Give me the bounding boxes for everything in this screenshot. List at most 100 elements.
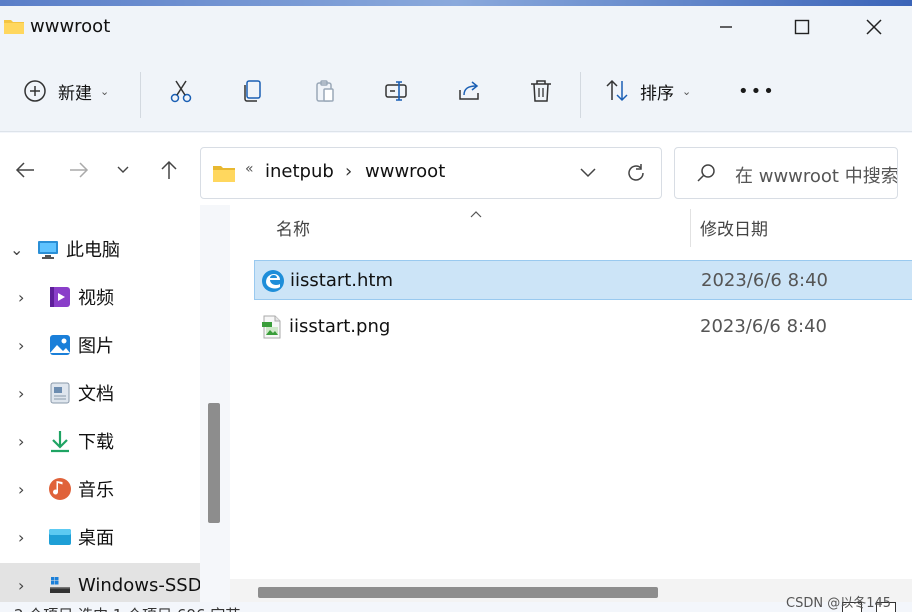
up-button[interactable] (154, 155, 184, 185)
sidebar-item-pictures[interactable]: › 图片 (0, 323, 200, 367)
sidebar-item-label: 音乐 (78, 480, 114, 501)
sidebar-item-label: 此电脑 (66, 240, 120, 261)
breadcrumb-wwwroot[interactable]: wwwroot (365, 161, 445, 182)
window-title: wwwroot (30, 16, 111, 37)
desktop-icon (49, 529, 71, 545)
title-bar: wwwroot (0, 6, 912, 46)
new-label: 新建 (58, 83, 92, 104)
column-header-name[interactable]: 名称 (276, 215, 310, 240)
navigation-bar: « inetpub › wwwroot 在 wwwroot 中搜索 (0, 133, 912, 205)
sidebar-item-desktop[interactable]: › 桌面 (0, 515, 200, 559)
sidebar-item-music[interactable]: › 音乐 (0, 467, 200, 511)
chevron-down-icon: ⌄ (100, 84, 110, 98)
scissors-icon (170, 80, 192, 103)
column-header-date-modified[interactable]: 修改日期 (700, 215, 768, 240)
picture-icon (50, 335, 70, 355)
rename-button[interactable] (384, 74, 410, 108)
file-date-modified: 2023/6/6 8:40 (701, 270, 828, 291)
plus-circle-icon (24, 80, 46, 102)
sidebar-item-label: 文档 (78, 384, 114, 405)
scrollbar-thumb[interactable] (208, 403, 220, 523)
paste-icon (316, 80, 334, 102)
search-box[interactable]: 在 wwwroot 中搜索 (674, 147, 898, 199)
paste-button[interactable] (312, 74, 338, 108)
chevron-right-icon[interactable]: › (18, 336, 24, 355)
back-button[interactable] (10, 155, 40, 185)
more-options-button[interactable]: ••• (738, 74, 776, 108)
maximize-button[interactable] (782, 12, 822, 42)
chevron-right-icon[interactable]: › (18, 576, 24, 595)
refresh-button[interactable] (621, 158, 651, 188)
chevron-down-icon (117, 166, 129, 173)
address-dropdown-button[interactable] (575, 158, 601, 188)
chevron-right-icon[interactable]: › (18, 528, 24, 547)
chevron-down-icon (580, 168, 596, 178)
navigation-pane-scrollbar[interactable] (200, 205, 230, 612)
sort-button[interactable]: 排序 ⌄ (604, 74, 691, 108)
copy-button[interactable] (240, 74, 266, 108)
minimize-icon (720, 26, 732, 28)
toolbar-divider (580, 72, 581, 118)
status-text: 2 个项目 选中 1 个项目 696 字节 (14, 604, 240, 612)
folder-icon (4, 20, 24, 34)
new-button[interactable]: 新建 ⌄ (22, 74, 109, 108)
arrow-up-icon (161, 160, 177, 179)
sort-label: 排序 (640, 83, 674, 104)
minimize-button[interactable] (706, 12, 746, 42)
navigation-pane: ⌄ 此电脑 › 视频 › 图片 › 文档 › 下载 › 音乐 › 桌面 › Wi… (0, 205, 200, 612)
breadcrumb-inetpub[interactable]: inetpub (265, 161, 334, 182)
recent-locations-button[interactable] (108, 155, 138, 185)
search-icon (697, 164, 715, 182)
sidebar-item-videos[interactable]: › 视频 (0, 275, 200, 319)
close-button[interactable] (854, 12, 894, 42)
sidebar-item-label: 图片 (78, 336, 114, 357)
computer-icon (38, 241, 58, 259)
file-list: 名称 修改日期 iisstart.htm 2023/6/6 8:40 iisst… (230, 205, 912, 612)
overflow-chevron[interactable]: « (245, 161, 254, 177)
rename-icon (385, 81, 407, 101)
sidebar-item-label: 下载 (78, 432, 114, 453)
search-placeholder: 在 wwwroot 中搜索 (735, 166, 898, 187)
file-row-iisstart-htm[interactable]: iisstart.htm 2023/6/6 8:40 (254, 260, 912, 300)
share-button[interactable] (456, 74, 482, 108)
edge-html-icon (262, 270, 284, 292)
refresh-icon (628, 164, 644, 181)
breadcrumb-separator[interactable]: › (345, 161, 352, 182)
share-icon (459, 81, 479, 100)
music-icon (49, 478, 71, 500)
scrollbar-thumb[interactable] (258, 587, 658, 598)
close-icon (866, 19, 882, 35)
chevron-right-icon[interactable]: › (18, 480, 24, 499)
chevron-right-icon[interactable]: › (18, 432, 24, 451)
chevron-right-icon[interactable]: › (18, 384, 24, 403)
file-name: iisstart.htm (290, 270, 394, 291)
delete-button[interactable] (528, 74, 554, 108)
file-row-iisstart-png[interactable]: iisstart.png 2023/6/6 8:40 (254, 307, 912, 347)
command-bar: 新建 ⌄ 排序 ⌄ ••• (0, 46, 912, 132)
file-date-modified: 2023/6/6 8:40 (700, 316, 827, 337)
document-icon (50, 382, 70, 404)
trash-icon (531, 80, 551, 102)
sidebar-item-this-pc[interactable]: ⌄ 此电脑 (0, 227, 200, 271)
sidebar-item-label: 桌面 (78, 528, 114, 549)
status-bar: 2 个项目 选中 1 个项目 696 字节 (0, 602, 912, 612)
drive-icon (50, 577, 70, 593)
sidebar-item-windows-ssd[interactable]: › Windows-SSD (0, 563, 200, 607)
sidebar-item-downloads[interactable]: › 下载 (0, 419, 200, 463)
chevron-right-icon[interactable]: › (18, 288, 24, 307)
address-bar[interactable]: « inetpub › wwwroot (200, 147, 662, 199)
chevron-down-icon: ⌄ (682, 84, 692, 98)
sort-ascending-icon (470, 207, 482, 221)
sidebar-item-documents[interactable]: › 文档 (0, 371, 200, 415)
maximize-icon (794, 19, 810, 35)
more-icon: ••• (738, 80, 776, 102)
cut-button[interactable] (168, 74, 194, 108)
chevron-down-icon[interactable]: ⌄ (10, 240, 23, 259)
forward-button[interactable] (64, 155, 94, 185)
column-divider[interactable] (690, 209, 691, 247)
toolbar-divider (140, 72, 141, 118)
download-icon (51, 431, 69, 453)
png-file-icon (262, 315, 281, 339)
sidebar-item-label: 视频 (78, 288, 114, 309)
video-icon (50, 287, 70, 307)
